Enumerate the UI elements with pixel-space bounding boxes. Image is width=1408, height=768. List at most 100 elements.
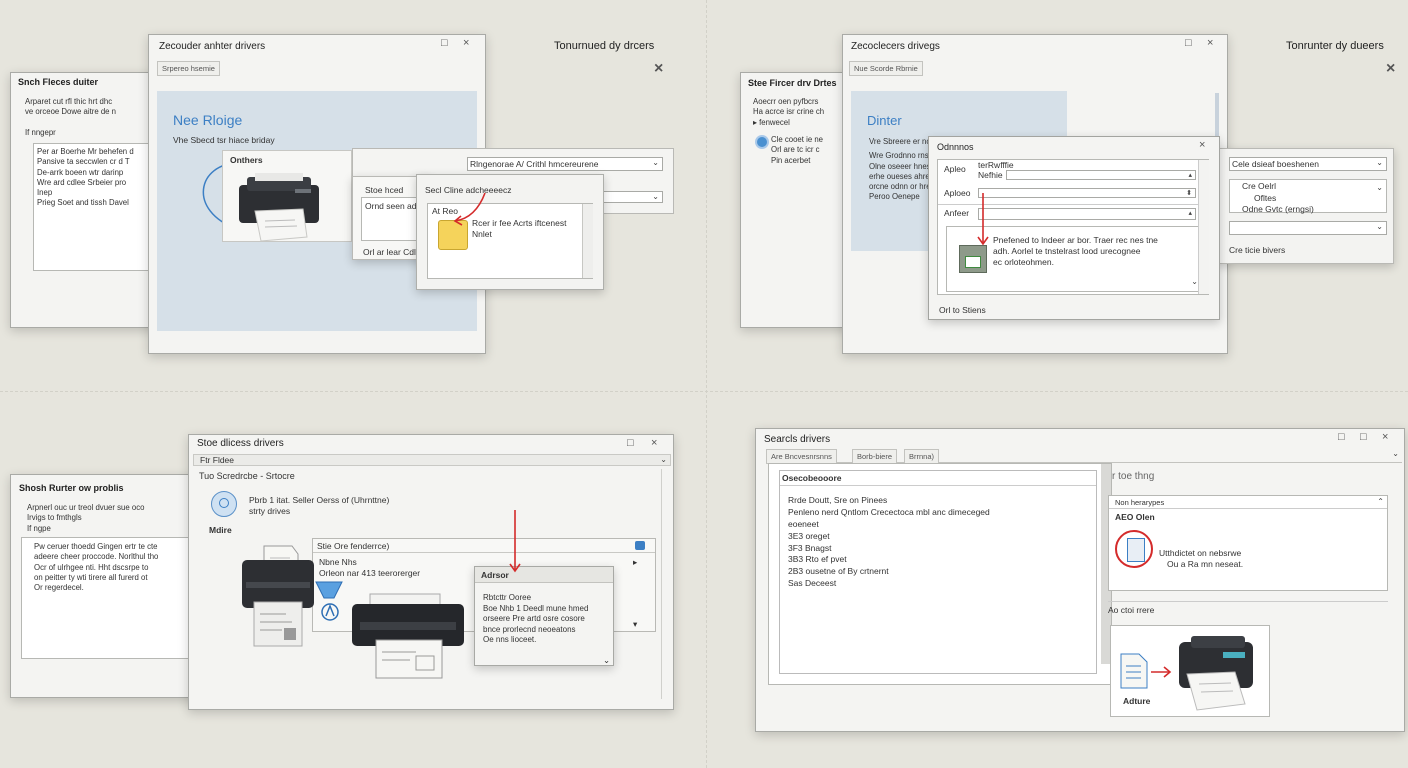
chevron-down-icon: ⌄ — [1376, 158, 1383, 167]
q1-sub-footer: Orl ar lear Cdle — [363, 247, 421, 257]
q2-right-panel: Cele dsieaf boeshenen ⌄ Cre Oelrl Ofltes… — [1216, 148, 1394, 264]
q1-dropdown[interactable]: Rlngenorae A/ Crithl hmcereurene ⌄ — [467, 157, 663, 171]
q3-icon-label: Mdire — [209, 525, 232, 535]
chevron-up-icon[interactable]: ⌃ — [1377, 497, 1384, 506]
q2-window-title: Zecoclecers drivegs — [851, 41, 940, 52]
scrollbar[interactable] — [1198, 160, 1209, 294]
image-icon — [959, 245, 987, 273]
q2-right-field[interactable]: ⌄ — [1229, 221, 1387, 235]
q2-row-field-2[interactable]: ⬍ — [978, 188, 1196, 198]
q2-headline: Dinter — [867, 113, 902, 128]
close-button[interactable]: × — [463, 38, 469, 49]
maximize-button[interactable]: □ — [441, 38, 448, 49]
chevron-down-icon[interactable]: ⌄ — [660, 455, 667, 464]
horizontal-divider — [0, 391, 1408, 392]
q4-right-section: Ao ctoi rrere — [1108, 605, 1155, 615]
scrollbar[interactable] — [661, 469, 669, 699]
q2-dialog-title: Odnnnos — [937, 142, 974, 152]
q1-bg-intro: Arparet cut rfl thic hrt dhc ve orceoe D… — [25, 97, 117, 137]
q4-list-panel: Osecobeooore Rrde Doutt, Sre on Pinees P… — [768, 463, 1112, 685]
q1-bg-list: Per ar Boerhe Mr behefen d Pansive ta se… — [33, 143, 161, 271]
maximize-button[interactable]: □ — [627, 438, 634, 449]
q4-right-title: r toe thng — [1112, 471, 1155, 482]
close-button[interactable]: × — [1207, 38, 1213, 49]
q2-row-label-1: Apleo — [944, 164, 966, 174]
q3-breadcrumb: Tuo Scredrcbe - Srtocre — [199, 471, 295, 481]
close-icon[interactable]: × — [654, 61, 663, 77]
q2-bg-window-title: Stee Fircer drv Drtes — [748, 78, 837, 88]
q1-window-title: Zecouder anhter drivers — [159, 41, 266, 52]
q2-row-field-1[interactable]: ▴ — [1006, 170, 1196, 180]
q1-secondary-field[interactable]: ⌄ — [603, 191, 663, 203]
q1-bg-window: Snch Fleces duiter Arparet cut rfl thic … — [10, 72, 161, 328]
chevron-down-icon[interactable]: ⌄ — [603, 655, 610, 666]
printer-icon — [1179, 636, 1253, 711]
maximize-button[interactable]: □ — [1360, 432, 1367, 443]
q1-popup: Secl Cline adcheeeecz At Reo Rcer ir fee… — [416, 174, 604, 290]
q1-printer-card: Onthers — [222, 150, 352, 242]
q4-right-panel: Non herarypes ⌃ AEO Olen Utthdictet on n… — [1108, 495, 1388, 591]
scroll-arrow-icon[interactable]: ▸ — [633, 557, 637, 568]
tab-1[interactable]: Are Bncvesnrsnns — [766, 449, 837, 464]
q4-window-title: Searcls drivers — [764, 434, 831, 445]
q4-printer-label: Adture — [1123, 696, 1151, 706]
q2-dialog: Odnnnos × Apleo terRwfffie ▴ Nefhie Aplo… — [928, 136, 1220, 320]
document-icon — [1120, 653, 1148, 689]
q3-menu-bar: Ftr Fldee ⌄ — [193, 454, 671, 466]
q1-side-title: Tonurnued dy drcers — [554, 40, 655, 52]
minimize-button[interactable]: □ — [1338, 432, 1345, 443]
q3-window-title: Stoe dlicess drivers — [197, 438, 284, 449]
red-arrow-icon — [453, 192, 486, 226]
close-button[interactable]: × — [1199, 140, 1205, 151]
close-button[interactable]: × — [651, 438, 657, 449]
q4-tab-bar: Are Bncvesnrsnns Borb-biere Brrnna) ⌄ — [766, 449, 1402, 464]
printer-icon — [239, 173, 319, 241]
globe-icon — [211, 491, 237, 517]
chevron-down-icon: ⌄ — [1191, 277, 1198, 286]
q2-row-label-2: Aploeo — [944, 188, 971, 198]
red-arrow-icon — [977, 193, 989, 246]
q2-row-label-3: Anfeer — [944, 208, 970, 218]
q1-sub-title: Stoe hced — [365, 185, 404, 195]
menu-file[interactable]: Ftr Fldee — [200, 455, 234, 466]
chevron-down-icon: ⌄ — [1376, 183, 1383, 192]
document-icon[interactable] — [1115, 530, 1153, 568]
chevron-down-icon: ⌄ — [652, 192, 659, 201]
red-arrow-icon — [509, 510, 521, 573]
q4-list-header: Osecobeooore — [782, 473, 842, 483]
q3-advisor-popup: Adrsor Rbtcttr Ooree Boe Nhb 1 Deedl mun… — [474, 566, 614, 666]
q2-dialog-footer: Orl to Stiens — [939, 305, 986, 315]
q1-subline: Vhe Sbecd tsr hiace briday — [173, 135, 275, 145]
scroll-arrow-icon[interactable]: ▾ — [633, 619, 637, 630]
cursor-icon — [315, 581, 343, 621]
q2-side-title: Tonrunter dy dueers — [1286, 40, 1384, 52]
q1-tab[interactable]: Srpereo hsemie — [157, 61, 220, 76]
printer-icon — [352, 593, 464, 679]
tab-3[interactable]: Brrnna) — [904, 449, 940, 464]
q1-headline: Nee Rloige — [173, 112, 243, 128]
q2-right-dropdown[interactable]: Cele dsieaf boeshenen ⌄ — [1229, 157, 1387, 171]
q3-bg-list: Pw ceruer thoedd Gingen ertr te cte adee… — [21, 537, 201, 659]
q1-bg-window-title: Snch Fleces duiter — [18, 77, 99, 87]
q2-bg-window: Stee Fircer drv Drtes Aoecrr oen pyfbcrs… — [740, 72, 852, 328]
info-icon — [755, 135, 769, 149]
q2-row-field-3[interactable]: ▴ — [978, 208, 1196, 220]
chevron-down-icon[interactable]: ⌄ — [1392, 449, 1399, 458]
maximize-button[interactable]: □ — [1185, 38, 1192, 49]
q1-card-label: Onthers — [230, 155, 263, 165]
chevron-down-icon: ⌄ — [1376, 222, 1383, 231]
q4-printer-card: Adture — [1110, 625, 1270, 717]
chevron-down-icon: ⌄ — [652, 158, 659, 167]
close-button[interactable]: × — [1382, 432, 1388, 443]
q4-main-window: Searcls drivers □ □ × Are Bncvesnrsnns B… — [755, 428, 1405, 732]
q2-tab[interactable]: Nue Scorde Rbrnie — [849, 61, 923, 76]
vertical-divider — [706, 0, 707, 768]
q3-adv-title: Adrsor — [481, 570, 509, 580]
q2-right-list: Cre Oelrl Ofltes Odne Gvtc (erngsi) ⌄ — [1229, 179, 1387, 214]
q2-right-footer: Cre ticie bivers — [1229, 245, 1286, 255]
close-icon[interactable]: × — [1386, 61, 1395, 77]
scrollbar[interactable] — [582, 204, 593, 278]
settings-icon[interactable] — [635, 541, 645, 550]
tab-2[interactable]: Borb-biere — [852, 449, 898, 464]
q3-bg-window-title: Shosh Rurter ow problis — [19, 483, 124, 493]
